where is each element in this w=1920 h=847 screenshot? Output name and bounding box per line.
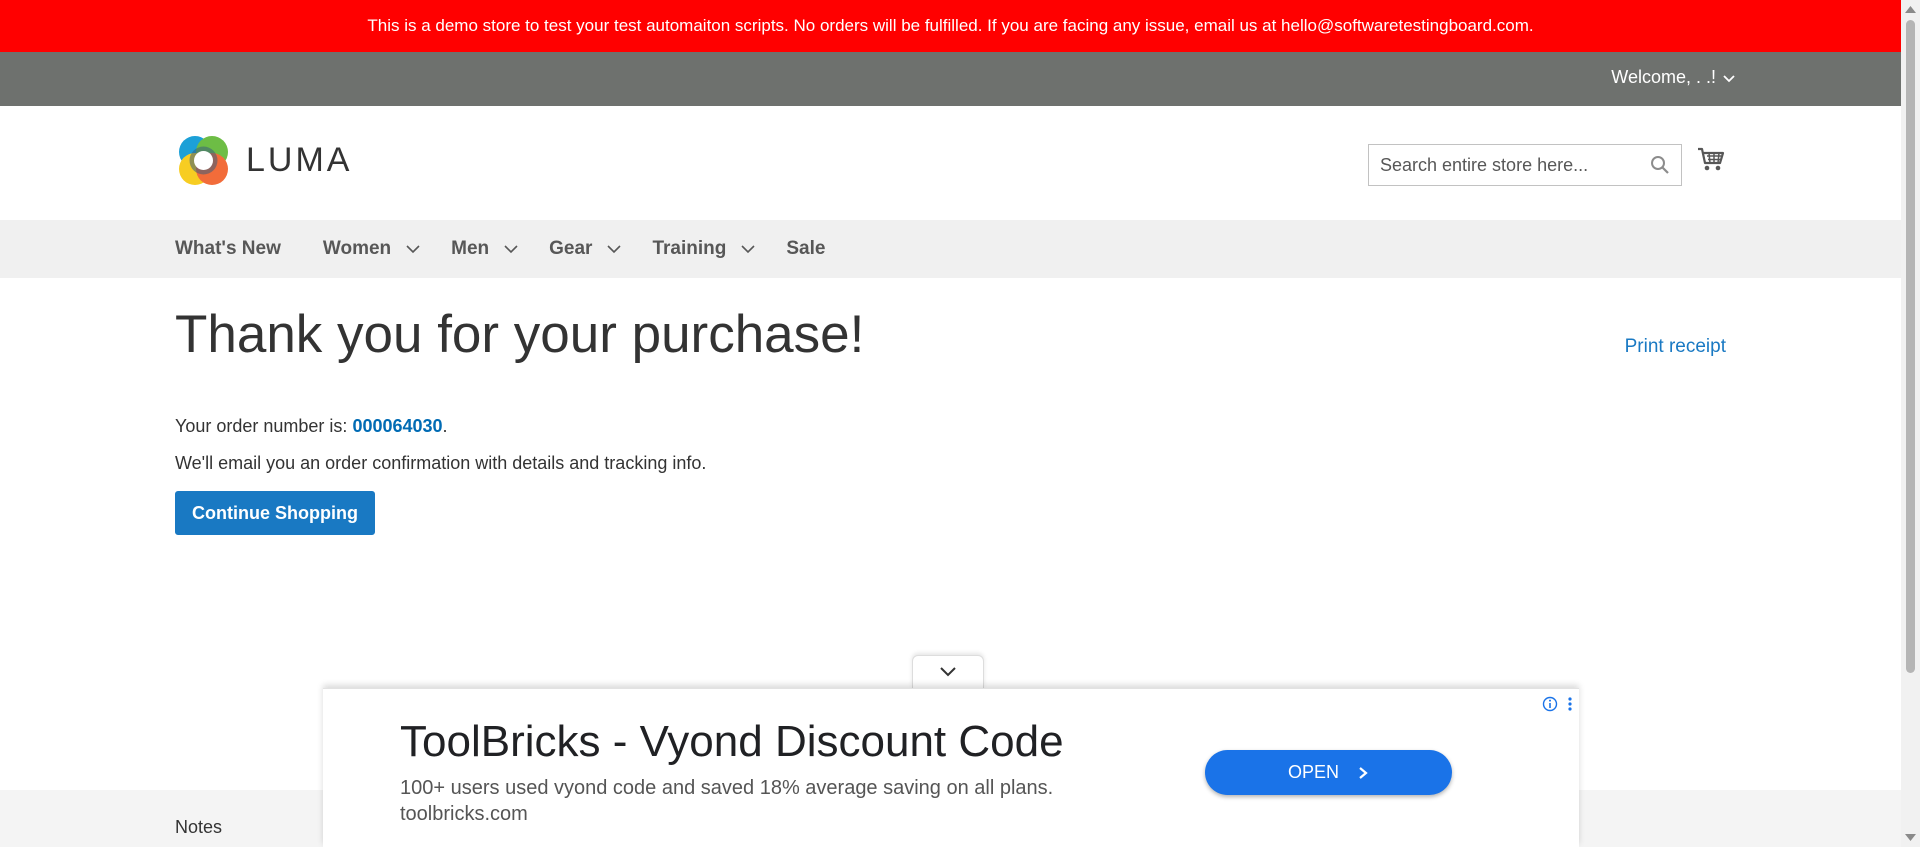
page-header: LUMA bbox=[0, 106, 1901, 220]
search-box[interactable] bbox=[1368, 144, 1682, 186]
nav-item-label: Women bbox=[322, 238, 392, 259]
chevron-down-icon bbox=[741, 245, 755, 254]
nav-item-label: Training bbox=[652, 238, 727, 259]
demo-notice-text: This is a demo store to test your test a… bbox=[367, 16, 1534, 35]
ad-collapse-toggle[interactable] bbox=[912, 655, 984, 688]
menu-dots-icon[interactable] bbox=[1565, 696, 1575, 712]
nav-item-training[interactable]: Training bbox=[652, 238, 756, 260]
chevron-right-icon bbox=[1359, 766, 1368, 779]
chevron-down-icon bbox=[1723, 74, 1735, 82]
nav-item-label: Sale bbox=[786, 238, 826, 259]
nav-item-women[interactable]: Women bbox=[323, 238, 421, 260]
nav-item-gear[interactable]: Gear bbox=[549, 238, 622, 260]
luma-logo-icon bbox=[179, 136, 228, 185]
scroll-down-arrow-icon[interactable] bbox=[1905, 834, 1916, 842]
logo-link[interactable]: LUMA bbox=[175, 132, 352, 189]
order-number-line: Your order number is: 000064030. bbox=[175, 416, 448, 437]
print-receipt-link[interactable]: Print receipt bbox=[1625, 336, 1726, 358]
page-title: Thank you for your purchase! bbox=[175, 305, 865, 364]
info-icon[interactable] bbox=[1542, 696, 1558, 712]
chevron-down-icon bbox=[406, 245, 420, 254]
nav-item-sale[interactable]: Sale bbox=[786, 238, 825, 260]
nav-item-label: Gear bbox=[549, 238, 593, 259]
nav-item-label: What's New bbox=[175, 238, 281, 259]
vertical-scrollbar[interactable] bbox=[1901, 0, 1920, 847]
cart-icon[interactable] bbox=[1697, 146, 1725, 174]
footer-notes-link[interactable]: Notes bbox=[175, 817, 222, 838]
advertisement-banner[interactable]: ToolBricks - Vyond Discount Code 100+ us… bbox=[323, 688, 1579, 847]
ad-open-button[interactable]: OPEN bbox=[1205, 750, 1452, 795]
ad-title[interactable]: ToolBricks - Vyond Discount Code bbox=[400, 717, 1064, 767]
order-number-prefix: Your order number is: bbox=[175, 416, 353, 436]
search-input[interactable] bbox=[1380, 154, 1650, 176]
welcome-text: Welcome, . .! bbox=[1611, 67, 1716, 87]
ad-open-label: OPEN bbox=[1287, 762, 1339, 782]
scroll-up-arrow-icon[interactable] bbox=[1905, 5, 1916, 13]
brand-name: LUMA bbox=[246, 141, 353, 179]
continue-shopping-button[interactable]: Continue Shopping bbox=[175, 491, 375, 535]
scrollbar-thumb[interactable] bbox=[1906, 20, 1915, 673]
chevron-down-icon bbox=[607, 245, 622, 254]
main-navigation: What's New Women Men Gear Training Sale bbox=[0, 220, 1901, 278]
search-icon[interactable] bbox=[1650, 155, 1670, 175]
nav-item-men[interactable]: Men bbox=[451, 238, 519, 260]
ad-domain[interactable]: toolbricks.com bbox=[400, 803, 528, 826]
chevron-down-icon bbox=[940, 667, 956, 677]
email-confirmation-note: We'll email you an order confirmation wi… bbox=[175, 453, 707, 473]
chevron-down-icon bbox=[504, 245, 518, 254]
nav-item-label: Men bbox=[451, 238, 490, 259]
customer-welcome-menu[interactable]: Welcome, . .! bbox=[1611, 67, 1736, 88]
order-number-suffix: . bbox=[442, 416, 448, 436]
header-panel: Welcome, . .! bbox=[0, 52, 1901, 106]
ad-description: 100+ users used vyond code and saved 18%… bbox=[400, 777, 1054, 799]
demo-notice-banner: This is a demo store to test your test a… bbox=[0, 0, 1901, 52]
nav-item-whats-new[interactable]: What's New bbox=[175, 238, 281, 260]
order-number-link[interactable]: 000064030 bbox=[352, 416, 442, 436]
